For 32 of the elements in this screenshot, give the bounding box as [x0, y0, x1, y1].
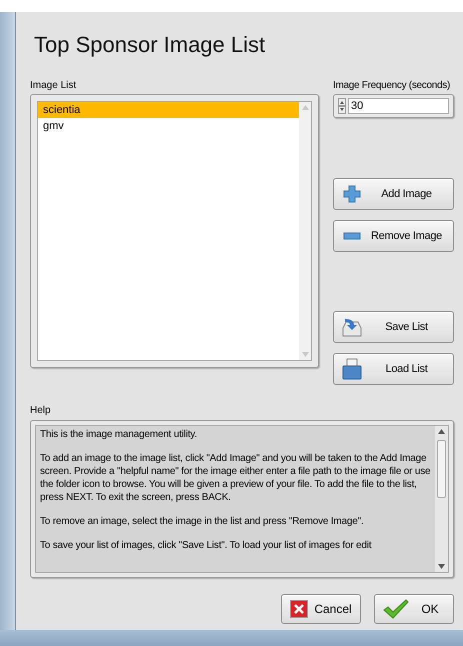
minus-icon: [343, 232, 361, 240]
help-label: Help: [30, 405, 52, 417]
image-list-label: Image List: [30, 80, 78, 92]
action-button[interactable]: Save List: [333, 311, 454, 343]
scrollbar[interactable]: [435, 426, 448, 572]
help-paragraph: To add an image to the image list, click "Add Image" and you will be taken to the Add Image screen. Provide a "helpful name" for the image either enter a file path to the image file or use the folder icon to browse. You will be given a preview of your file. To add the file to the list, press NEXT. To exit the screen, press BACK.: [40, 452, 431, 504]
drive-download-icon: [341, 316, 363, 338]
frequency-value: 30: [348, 98, 449, 114]
spinner-arrows-icon: [338, 98, 346, 114]
help-paragraph: To remove an image, select the image in the list and press "Remove Image".: [40, 515, 365, 528]
scrollbar[interactable]: [299, 102, 311, 360]
up-arrow-icon: [302, 105, 308, 110]
list-item[interactable]: scientia: [38, 102, 299, 118]
down-arrow-icon: [438, 564, 445, 569]
close-icon: [290, 600, 308, 618]
down-arrow-icon: [302, 352, 308, 357]
ok-button[interactable]: OK: [374, 594, 454, 624]
plus-icon: [343, 185, 361, 203]
action-button[interactable]: Add Image: [333, 178, 454, 210]
cancel-button[interactable]: Cancel: [281, 594, 361, 624]
dialog-title: Top Sponsor Image List: [34, 34, 266, 56]
frequency-label: Image Frequency (seconds): [333, 80, 452, 92]
scroll-thumb[interactable]: [437, 440, 446, 498]
help-paragraph: To save your list of images, click "Save List". To load your list of images for edit: [40, 539, 372, 552]
printer-icon: [341, 358, 363, 380]
action-button[interactable]: Load List: [333, 353, 454, 385]
frequency-spinner[interactable]: 30: [333, 94, 454, 118]
help-paragraph: This is the image management utility.: [40, 428, 198, 441]
list-item[interactable]: gmv: [38, 118, 299, 134]
action-button[interactable]: Remove Image: [333, 220, 454, 252]
up-arrow-icon: [438, 429, 445, 434]
check-icon: [383, 599, 409, 619]
